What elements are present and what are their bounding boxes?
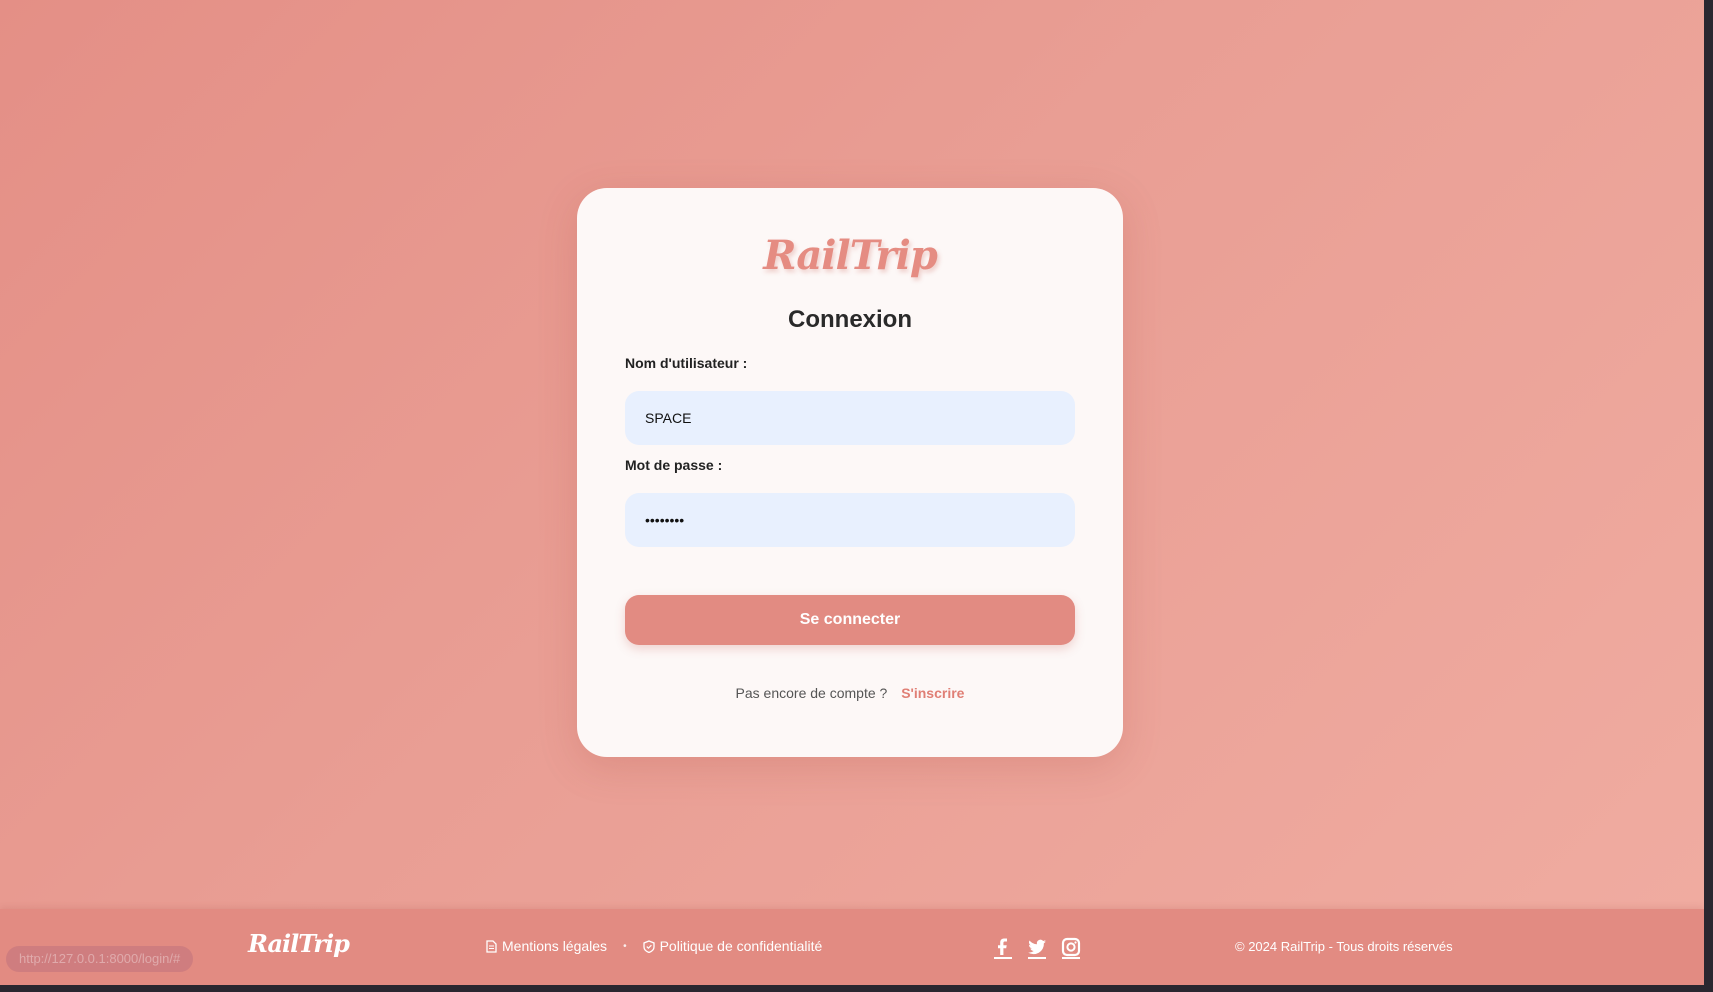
- password-input[interactable]: [625, 493, 1075, 547]
- status-bar-url: http://127.0.0.1:8000/login/#: [6, 946, 194, 972]
- page-title: Connexion: [788, 306, 912, 333]
- login-button[interactable]: Se connecter: [625, 595, 1075, 645]
- twitter-icon[interactable]: [1026, 937, 1048, 959]
- footer-logo[interactable]: RailTrip: [248, 929, 350, 958]
- signup-row: Pas encore de compte ? S'inscrire: [577, 685, 1123, 701]
- username-label: Nom d'utilisateur :: [625, 355, 748, 371]
- signup-prompt: Pas encore de compte ?: [735, 685, 888, 701]
- footer-links: Mentions légales • Politique de confiden…: [486, 938, 822, 954]
- shield-icon: [642, 939, 655, 953]
- username-input[interactable]: [625, 391, 1075, 445]
- facebook-icon[interactable]: [992, 937, 1014, 959]
- footer: RailTrip Mentions légales • Politique de…: [0, 909, 1704, 985]
- window-bottom-edge: [0, 985, 1713, 992]
- social-links: [992, 937, 1082, 959]
- railtrip-logo: RailTrip: [763, 232, 938, 279]
- login-card: RailTrip Connexion Nom d'utilisateur : M…: [577, 188, 1123, 757]
- privacy-policy-link[interactable]: Politique de confidentialité: [642, 938, 823, 954]
- document-icon: [486, 939, 497, 953]
- page-background: RailTrip Connexion Nom d'utilisateur : M…: [0, 0, 1704, 985]
- scrollbar[interactable]: [1704, 0, 1713, 992]
- instagram-icon[interactable]: [1060, 937, 1082, 959]
- password-label: Mot de passe :: [625, 457, 723, 473]
- copyright-text: © 2024 RailTrip - Tous droits réservés: [1235, 939, 1453, 954]
- signup-link[interactable]: S'inscrire: [901, 685, 964, 701]
- legal-notice-link[interactable]: Mentions légales: [486, 938, 607, 954]
- legal-notice-label: Mentions légales: [502, 938, 608, 954]
- link-separator: •: [623, 940, 627, 952]
- privacy-policy-label: Politique de confidentialité: [659, 938, 823, 954]
